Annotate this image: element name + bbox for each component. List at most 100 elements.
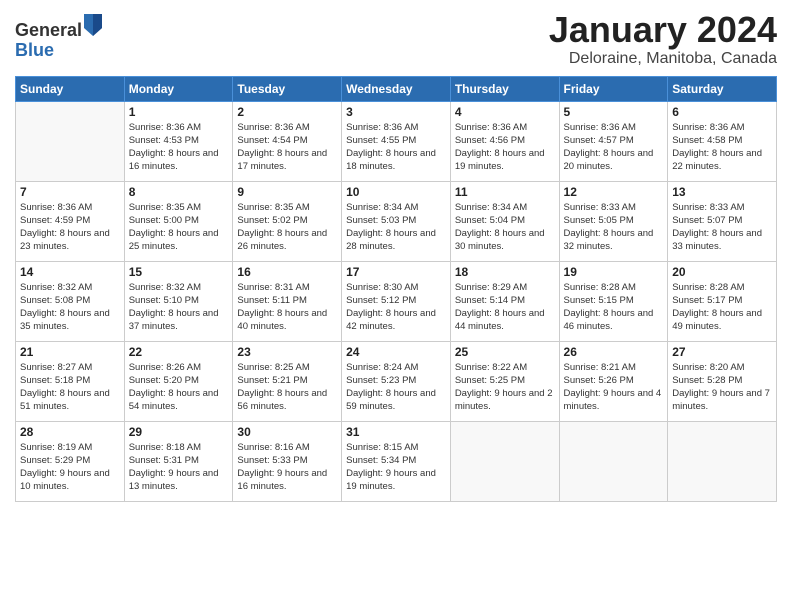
calendar-cell: 13 Sunrise: 8:33 AM Sunset: 5:07 PM Dayli… (668, 181, 777, 261)
calendar-cell (668, 421, 777, 501)
day-info: Sunrise: 8:36 AM Sunset: 4:57 PM Dayligh… (564, 121, 664, 174)
calendar-cell: 19 Sunrise: 8:28 AM Sunset: 5:15 PM Dayli… (559, 261, 668, 341)
calendar-cell: 31Sunrise: 8:15 AM Sunset: 5:34 PM Dayli… (342, 421, 451, 501)
day-info: Sunrise: 8:20 AM Sunset: 5:28 PM Dayligh… (672, 361, 772, 414)
logo: General Blue (15, 14, 104, 61)
day-number: 27 (672, 345, 772, 359)
day-info: Sunrise: 8:32 AM Sunset: 5:10 PM Dayligh… (129, 281, 229, 334)
day-info: Sunrise: 8:25 AM Sunset: 5:21 PM Dayligh… (237, 361, 337, 414)
calendar-cell: 25 Sunrise: 8:22 AM Sunset: 5:25 PM Dayli… (450, 341, 559, 421)
calendar-cell: 5 Sunrise: 8:36 AM Sunset: 4:57 PM Daylig… (559, 101, 668, 181)
calendar-cell (16, 101, 125, 181)
day-number: 11 (455, 185, 555, 199)
calendar-page: General Blue January 2024 Deloraine, Man… (0, 0, 792, 612)
day-info: Sunrise: 8:35 AM Sunset: 5:00 PM Dayligh… (129, 201, 229, 254)
calendar-cell: 2 Sunrise: 8:36 AM Sunset: 4:54 PM Daylig… (233, 101, 342, 181)
week-row-1: 1 Sunrise: 8:36 AM Sunset: 4:53 PM Daylig… (16, 101, 777, 181)
day-number: 28 (20, 425, 120, 439)
calendar-cell (450, 421, 559, 501)
day-number: 22 (129, 345, 229, 359)
title-block: January 2024 Deloraine, Manitoba, Canada (549, 10, 777, 68)
day-info: Sunrise: 8:33 AM Sunset: 5:07 PM Dayligh… (672, 201, 772, 254)
week-row-4: 21Sunrise: 8:27 AM Sunset: 5:18 PM Dayli… (16, 341, 777, 421)
calendar-cell: 20 Sunrise: 8:28 AM Sunset: 5:17 PM Dayli… (668, 261, 777, 341)
day-info: Sunrise: 8:30 AM Sunset: 5:12 PM Dayligh… (346, 281, 446, 334)
calendar-cell: 4Sunrise: 8:36 AM Sunset: 4:56 PM Daylig… (450, 101, 559, 181)
day-info: Sunrise: 8:31 AM Sunset: 5:11 PM Dayligh… (237, 281, 337, 334)
day-number: 26 (564, 345, 664, 359)
calendar-cell: 14 Sunrise: 8:32 AM Sunset: 5:08 PM Dayli… (16, 261, 125, 341)
location-title: Deloraine, Manitoba, Canada (549, 50, 777, 68)
day-info: Sunrise: 8:21 AM Sunset: 5:26 PM Dayligh… (564, 361, 664, 414)
day-number: 14 (20, 265, 120, 279)
calendar-cell: 23 Sunrise: 8:25 AM Sunset: 5:21 PM Dayli… (233, 341, 342, 421)
day-info: Sunrise: 8:36 AM Sunset: 4:53 PM Dayligh… (129, 121, 229, 174)
day-info: Sunrise: 8:28 AM Sunset: 5:17 PM Dayligh… (672, 281, 772, 334)
day-number: 3 (346, 105, 446, 119)
calendar-cell (559, 421, 668, 501)
day-info: Sunrise: 8:29 AM Sunset: 5:14 PM Dayligh… (455, 281, 555, 334)
day-number: 17 (346, 265, 446, 279)
day-info: Sunrise: 8:26 AM Sunset: 5:20 PM Dayligh… (129, 361, 229, 414)
calendar-cell: 30 Sunrise: 8:16 AM Sunset: 5:33 PM Dayli… (233, 421, 342, 501)
day-number: 18 (455, 265, 555, 279)
weekday-header-saturday: Saturday (668, 76, 777, 101)
day-number: 24 (346, 345, 446, 359)
calendar-cell: 7 Sunrise: 8:36 AM Sunset: 4:59 PM Daylig… (16, 181, 125, 261)
day-info: Sunrise: 8:36 AM Sunset: 4:54 PM Dayligh… (237, 121, 337, 174)
weekday-header-thursday: Thursday (450, 76, 559, 101)
day-info: Sunrise: 8:19 AM Sunset: 5:29 PM Dayligh… (20, 441, 120, 494)
day-info: Sunrise: 8:28 AM Sunset: 5:15 PM Dayligh… (564, 281, 664, 334)
day-number: 7 (20, 185, 120, 199)
day-number: 12 (564, 185, 664, 199)
day-info: Sunrise: 8:34 AM Sunset: 5:04 PM Dayligh… (455, 201, 555, 254)
weekday-header-wednesday: Wednesday (342, 76, 451, 101)
day-number: 15 (129, 265, 229, 279)
day-number: 2 (237, 105, 337, 119)
day-info: Sunrise: 8:34 AM Sunset: 5:03 PM Dayligh… (346, 201, 446, 254)
calendar-cell: 17 Sunrise: 8:30 AM Sunset: 5:12 PM Dayli… (342, 261, 451, 341)
day-number: 23 (237, 345, 337, 359)
day-number: 20 (672, 265, 772, 279)
logo-icon (84, 14, 102, 36)
day-info: Sunrise: 8:33 AM Sunset: 5:05 PM Dayligh… (564, 201, 664, 254)
day-number: 8 (129, 185, 229, 199)
day-number: 9 (237, 185, 337, 199)
weekday-header-friday: Friday (559, 76, 668, 101)
calendar-cell: 8 Sunrise: 8:35 AM Sunset: 5:00 PM Daylig… (124, 181, 233, 261)
calendar-cell: 3 Sunrise: 8:36 AM Sunset: 4:55 PM Daylig… (342, 101, 451, 181)
calendar-table: SundayMondayTuesdayWednesdayThursdayFrid… (15, 76, 777, 502)
calendar-cell: 12 Sunrise: 8:33 AM Sunset: 5:05 PM Dayli… (559, 181, 668, 261)
day-number: 13 (672, 185, 772, 199)
calendar-cell: 16Sunrise: 8:31 AM Sunset: 5:11 PM Dayli… (233, 261, 342, 341)
day-info: Sunrise: 8:36 AM Sunset: 4:55 PM Dayligh… (346, 121, 446, 174)
day-number: 30 (237, 425, 337, 439)
day-number: 5 (564, 105, 664, 119)
calendar-cell: 27 Sunrise: 8:20 AM Sunset: 5:28 PM Dayli… (668, 341, 777, 421)
calendar-cell: 6Sunrise: 8:36 AM Sunset: 4:58 PM Daylig… (668, 101, 777, 181)
weekday-header-monday: Monday (124, 76, 233, 101)
logo-blue: Blue (15, 40, 54, 60)
day-number: 25 (455, 345, 555, 359)
day-info: Sunrise: 8:36 AM Sunset: 4:59 PM Dayligh… (20, 201, 120, 254)
day-info: Sunrise: 8:15 AM Sunset: 5:34 PM Dayligh… (346, 441, 446, 494)
calendar-cell: 1 Sunrise: 8:36 AM Sunset: 4:53 PM Daylig… (124, 101, 233, 181)
day-number: 19 (564, 265, 664, 279)
day-number: 21 (20, 345, 120, 359)
weekday-header-row: SundayMondayTuesdayWednesdayThursdayFrid… (16, 76, 777, 101)
week-row-5: 28 Sunrise: 8:19 AM Sunset: 5:29 PM Dayli… (16, 421, 777, 501)
day-info: Sunrise: 8:16 AM Sunset: 5:33 PM Dayligh… (237, 441, 337, 494)
day-info: Sunrise: 8:32 AM Sunset: 5:08 PM Dayligh… (20, 281, 120, 334)
logo-general: General (15, 20, 82, 40)
calendar-cell: 29Sunrise: 8:18 AM Sunset: 5:31 PM Dayli… (124, 421, 233, 501)
day-info: Sunrise: 8:36 AM Sunset: 4:58 PM Dayligh… (672, 121, 772, 174)
day-info: Sunrise: 8:22 AM Sunset: 5:25 PM Dayligh… (455, 361, 555, 414)
day-info: Sunrise: 8:36 AM Sunset: 4:56 PM Dayligh… (455, 121, 555, 174)
calendar-cell: 9Sunrise: 8:35 AM Sunset: 5:02 PM Daylig… (233, 181, 342, 261)
calendar-cell: 22 Sunrise: 8:26 AM Sunset: 5:20 PM Dayli… (124, 341, 233, 421)
calendar-cell: 21Sunrise: 8:27 AM Sunset: 5:18 PM Dayli… (16, 341, 125, 421)
day-number: 1 (129, 105, 229, 119)
weekday-header-tuesday: Tuesday (233, 76, 342, 101)
calendar-cell: 18 Sunrise: 8:29 AM Sunset: 5:14 PM Dayli… (450, 261, 559, 341)
calendar-cell: 24Sunrise: 8:24 AM Sunset: 5:23 PM Dayli… (342, 341, 451, 421)
